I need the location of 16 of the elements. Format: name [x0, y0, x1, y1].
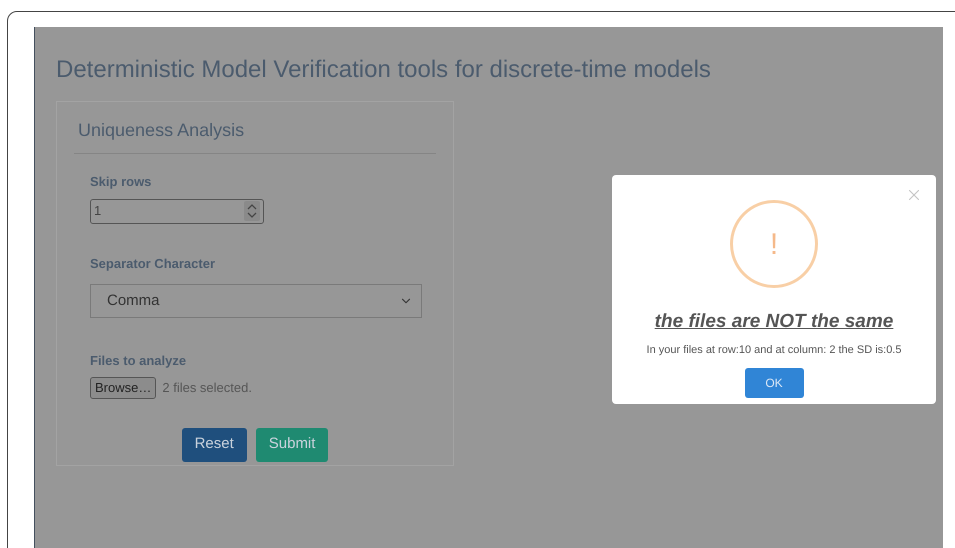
browse-button[interactable]: Browse… [90, 376, 156, 398]
reset-button[interactable]: Reset [182, 428, 247, 462]
alert-message: In your files at row:10 and at column: 2 the SD is:0.5 [646, 342, 902, 358]
warning-icon: ! [730, 200, 818, 288]
skip-rows-field[interactable]: 1 [90, 198, 264, 224]
ok-button[interactable]: OK [744, 368, 804, 398]
separator-select[interactable]: Comma [90, 284, 422, 318]
alert-title: the files are NOT the same [654, 310, 894, 334]
spinner-icon[interactable] [244, 201, 260, 221]
submit-button[interactable]: Submit [256, 428, 328, 462]
field-label: Separator Character [90, 254, 215, 273]
field-label: Files to analyze [90, 352, 186, 370]
card-title: Uniqueness Analysis [77, 119, 244, 142]
field-label: Skip rows [90, 173, 152, 191]
page-title: Deterministic Model Verification tools for discrete-time models [56, 55, 711, 85]
files-status: 2 files selected. [162, 378, 252, 397]
